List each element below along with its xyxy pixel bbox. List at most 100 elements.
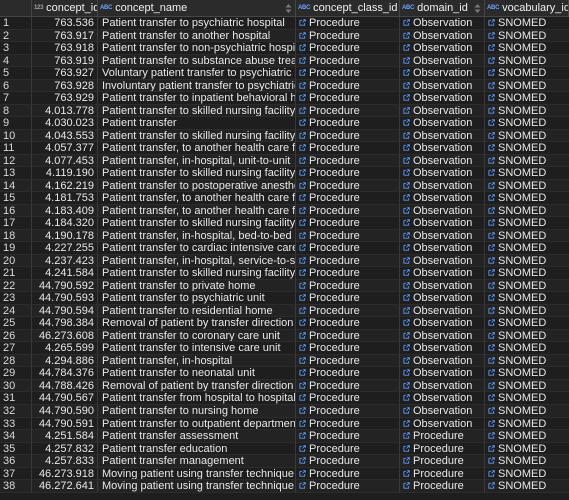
external-link-icon[interactable] — [299, 81, 306, 89]
cell-domain-id[interactable]: Observation — [400, 217, 485, 230]
external-link-icon[interactable] — [488, 332, 495, 339]
cell-concept-id[interactable]: 763.929 — [32, 92, 98, 105]
row-number[interactable]: 36 — [0, 455, 32, 468]
external-link-icon[interactable] — [299, 156, 306, 164]
row-number[interactable]: 21 — [0, 267, 32, 280]
cell-concept-id[interactable]: 4.265.599 — [32, 342, 98, 355]
cell-vocabulary-id[interactable]: SNOMED — [485, 267, 569, 280]
cell-concept-id[interactable]: 44.790.591 — [32, 417, 98, 431]
column-header-vocabulary-id[interactable]: ABC vocabulary_id — [485, 0, 569, 16]
cell-concept-id[interactable]: 4.190.178 — [32, 229, 98, 243]
table-row[interactable]: 26 46.273.608 Patient transfer to coronary… — [0, 329, 569, 343]
cell-concept-class-id[interactable]: Procedure — [296, 167, 400, 180]
external-link-icon[interactable] — [488, 307, 495, 314]
cell-domain-id[interactable]: Observation — [400, 29, 485, 43]
external-link-icon[interactable] — [488, 407, 495, 414]
cell-domain-id[interactable]: Observation — [400, 254, 485, 268]
cell-vocabulary-id[interactable]: SNOMED — [485, 305, 569, 318]
cell-concept-id[interactable]: 46.273.918 — [32, 467, 98, 481]
cell-concept-name[interactable]: Patient transfer education — [98, 442, 296, 456]
cell-concept-name[interactable]: Patient transfer to skilled nursing faci… — [98, 217, 296, 230]
cell-domain-id[interactable]: Observation — [400, 417, 485, 431]
cell-concept-id[interactable]: 763.917 — [32, 29, 98, 43]
external-link-icon[interactable] — [488, 44, 495, 51]
cell-domain-id[interactable]: Observation — [400, 204, 485, 218]
cell-concept-name[interactable]: Removal of patient by transfer direction… — [98, 379, 296, 393]
cell-concept-name[interactable]: Patient transfer to psychiatric hospital — [98, 17, 296, 30]
cell-concept-class-id[interactable]: Procedure — [296, 455, 400, 468]
cell-concept-id[interactable]: 4.030.023 — [32, 117, 98, 130]
external-link-icon[interactable] — [403, 81, 410, 89]
cell-concept-class-id[interactable]: Procedure — [296, 430, 400, 443]
external-link-icon[interactable] — [403, 282, 410, 289]
row-number[interactable]: 10 — [0, 129, 32, 143]
row-number[interactable]: 1 — [0, 17, 32, 30]
cell-concept-class-id[interactable]: Procedure — [296, 417, 400, 431]
external-link-icon[interactable] — [299, 319, 306, 326]
external-link-icon[interactable] — [488, 156, 495, 164]
external-link-icon[interactable] — [299, 419, 306, 427]
table-row[interactable]: 23 44.790.593 Patient transfer to psychiat… — [0, 292, 569, 305]
cell-concept-class-id[interactable]: Procedure — [296, 467, 400, 481]
row-number[interactable]: 34 — [0, 430, 32, 443]
cell-vocabulary-id[interactable]: SNOMED — [485, 67, 569, 80]
cell-concept-name[interactable]: Moving patient using transfer technique — [98, 467, 296, 481]
cell-concept-id[interactable]: 4.057.377 — [32, 142, 98, 155]
external-link-icon[interactable] — [403, 106, 410, 114]
cell-concept-id[interactable]: 4.043.553 — [32, 129, 98, 143]
table-row[interactable]: 21 4.241.584 Patient transfer to skilled n… — [0, 267, 569, 280]
column-header-concept-name[interactable]: ABC concept_name — [98, 0, 296, 16]
external-link-icon[interactable] — [488, 257, 495, 264]
cell-domain-id[interactable]: Observation — [400, 192, 485, 205]
row-number[interactable]: 15 — [0, 192, 32, 205]
row-number[interactable]: 12 — [0, 154, 32, 168]
cell-concept-id[interactable]: 44.788.426 — [32, 379, 98, 393]
cell-concept-id[interactable]: 763.927 — [32, 67, 98, 80]
cell-concept-class-id[interactable]: Procedure — [296, 279, 400, 293]
external-link-icon[interactable] — [403, 419, 410, 427]
external-link-icon[interactable] — [299, 444, 306, 452]
cell-vocabulary-id[interactable]: SNOMED — [485, 55, 569, 68]
external-link-icon[interactable] — [299, 432, 306, 439]
external-link-icon[interactable] — [403, 194, 410, 201]
cell-domain-id[interactable]: Procedure — [400, 480, 485, 493]
cell-concept-id[interactable]: 4.237.423 — [32, 254, 98, 268]
external-link-icon[interactable] — [488, 94, 495, 101]
external-link-icon[interactable] — [299, 457, 306, 464]
cell-vocabulary-id[interactable]: SNOMED — [485, 155, 569, 168]
table-row[interactable]: 13 4.119.190 Patient transfer to skilled n… — [0, 167, 569, 180]
external-link-icon[interactable] — [488, 269, 495, 276]
cell-concept-class-id[interactable]: Procedure — [296, 404, 400, 418]
external-link-icon[interactable] — [299, 94, 306, 101]
cell-concept-class-id[interactable]: Procedure — [296, 317, 400, 330]
cell-concept-class-id[interactable]: Procedure — [296, 117, 400, 130]
cell-concept-id[interactable]: 44.790.567 — [32, 392, 98, 405]
row-number[interactable]: 8 — [0, 104, 32, 118]
external-link-icon[interactable] — [488, 81, 495, 89]
cell-concept-name[interactable]: Patient transfer, to another health care… — [98, 192, 296, 205]
row-number[interactable]: 19 — [0, 242, 32, 255]
external-link-icon[interactable] — [403, 482, 410, 489]
external-link-icon[interactable] — [488, 294, 495, 301]
sort-icon[interactable] — [474, 3, 481, 13]
row-number[interactable]: 17 — [0, 217, 32, 230]
cell-concept-id[interactable]: 44.790.593 — [32, 292, 98, 305]
external-link-icon[interactable] — [403, 307, 410, 314]
cell-concept-class-id[interactable]: Procedure — [296, 442, 400, 456]
table-row[interactable]: 30 44.788.426 Removal of patient by transf… — [0, 379, 569, 393]
external-link-icon[interactable] — [403, 69, 410, 76]
table-row[interactable]: 36 4.257.833 Patient transfer management Pr… — [0, 455, 569, 468]
cell-concept-name[interactable]: Involuntary patient transfer to psychiat… — [98, 79, 296, 93]
cell-concept-class-id[interactable]: Procedure — [296, 217, 400, 230]
cell-concept-id[interactable]: 44.790.590 — [32, 404, 98, 418]
cell-domain-id[interactable]: Observation — [400, 229, 485, 243]
cell-vocabulary-id[interactable]: SNOMED — [485, 80, 569, 93]
cell-vocabulary-id[interactable]: SNOMED — [485, 455, 569, 468]
cell-vocabulary-id[interactable]: SNOMED — [485, 205, 569, 218]
external-link-icon[interactable] — [488, 244, 495, 251]
external-link-icon[interactable] — [299, 69, 306, 76]
column-header-domain-id[interactable]: ABC domain_id — [400, 0, 485, 16]
cell-concept-class-id[interactable]: Procedure — [296, 367, 400, 380]
external-link-icon[interactable] — [488, 169, 495, 176]
cell-vocabulary-id[interactable]: SNOMED — [485, 480, 569, 493]
